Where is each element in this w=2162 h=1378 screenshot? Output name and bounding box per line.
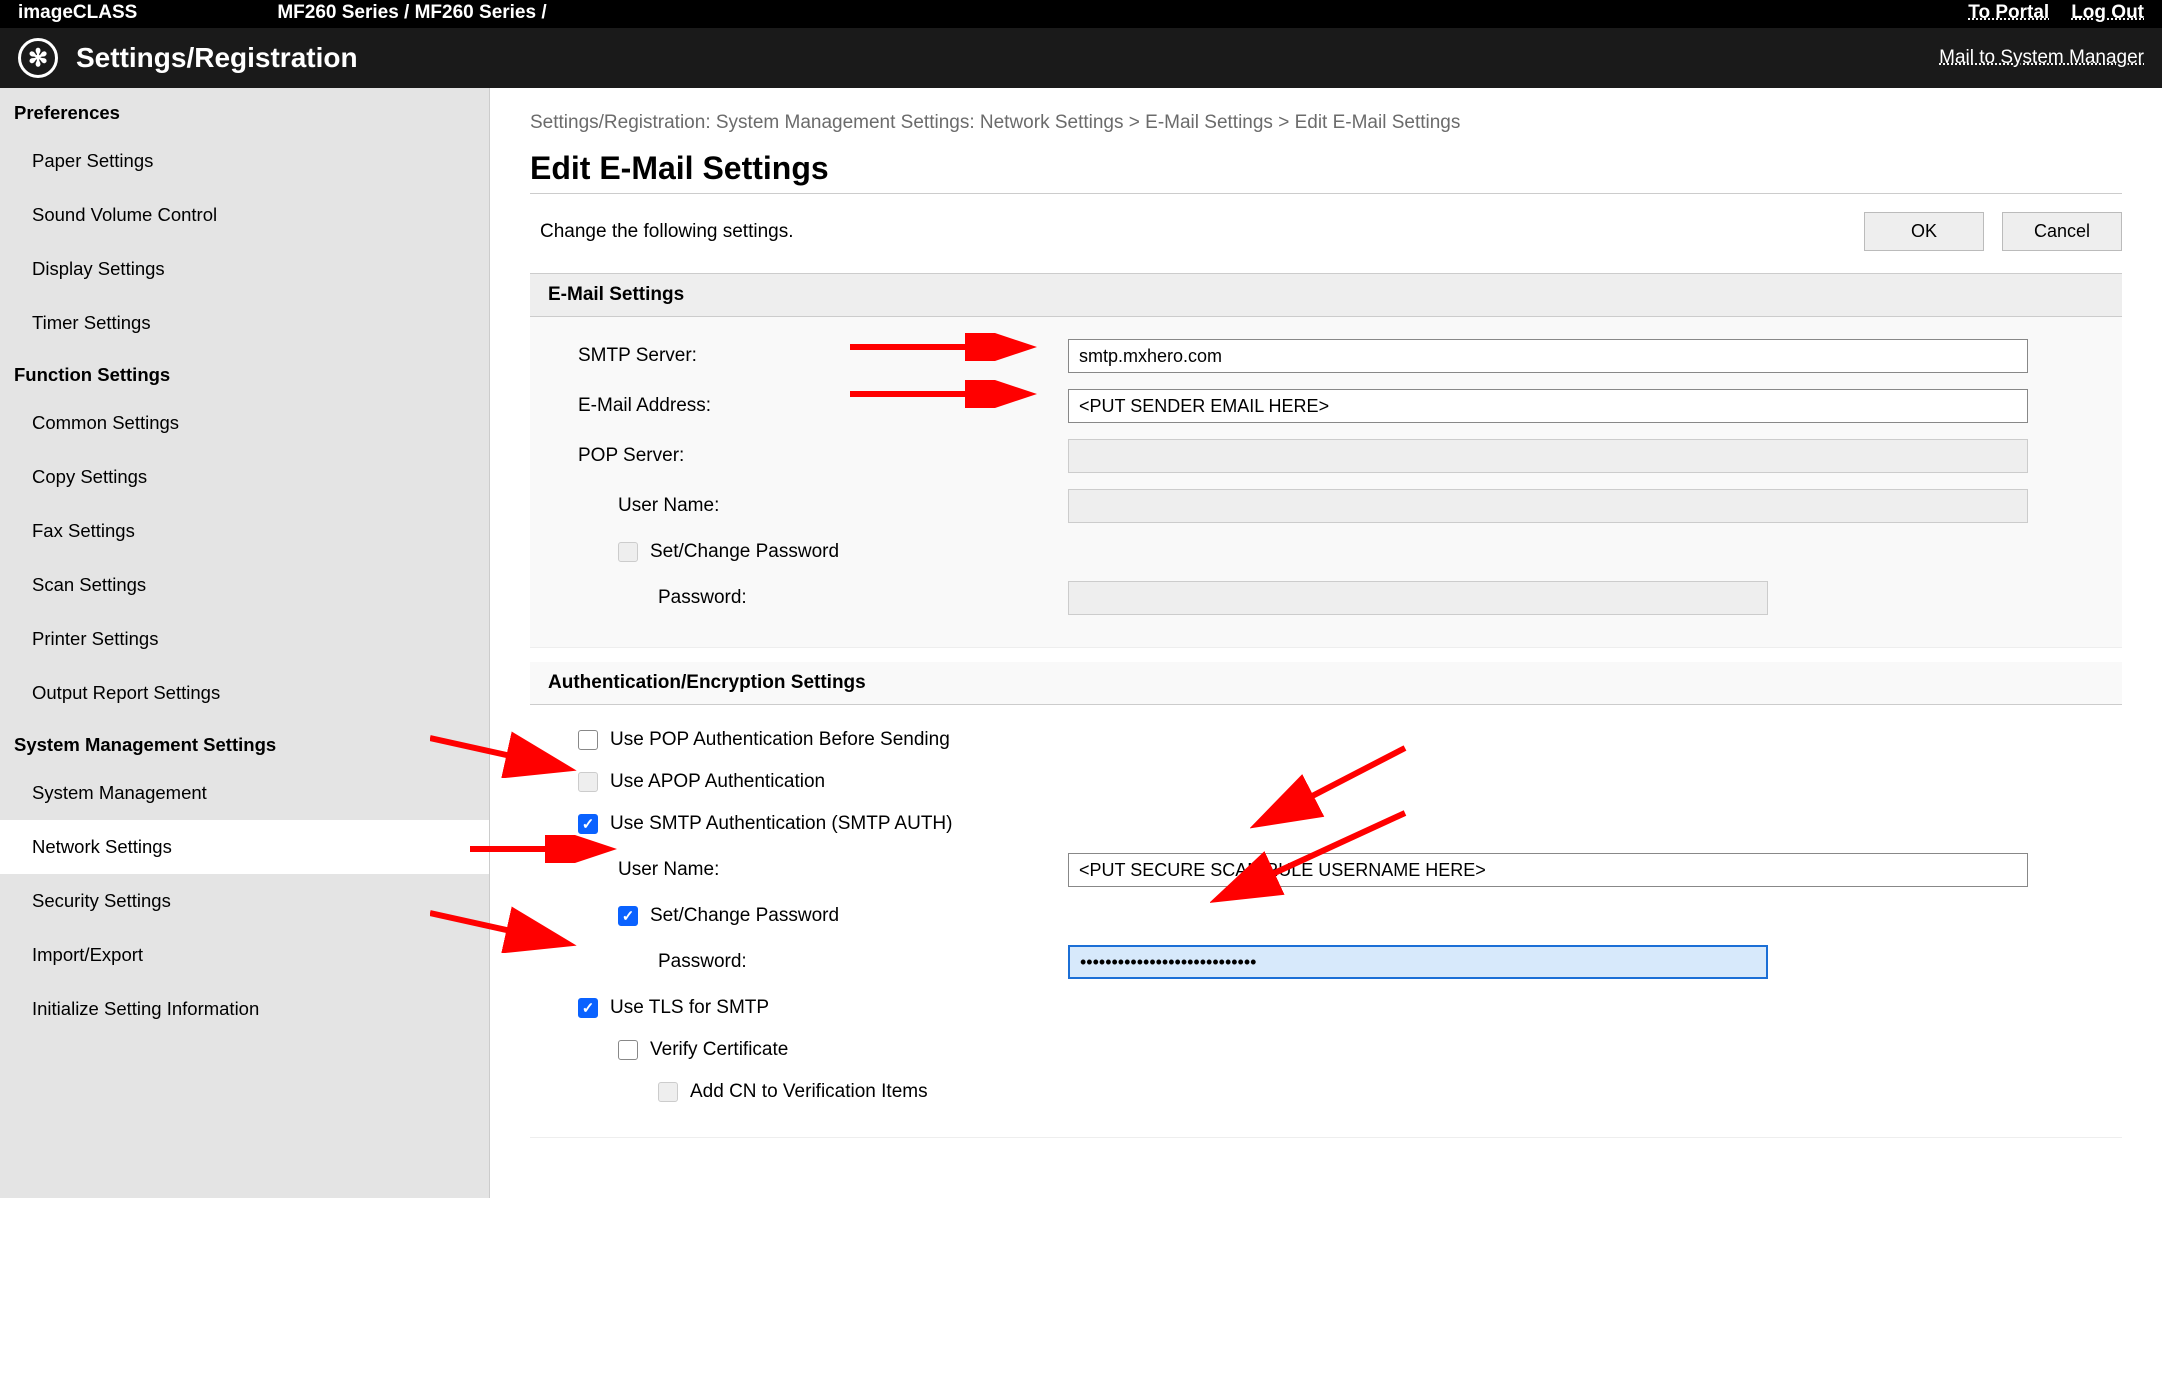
label-use-apop-auth: Use APOP Authentication — [610, 771, 825, 793]
sidebar-item-initialize-setting-information[interactable]: Initialize Setting Information — [0, 982, 489, 1036]
secondbar-title: Settings/Registration — [76, 42, 358, 74]
smtp-user-name-input[interactable] — [1068, 853, 2028, 887]
label-add-cn: Add CN to Verification Items — [690, 1081, 928, 1103]
checkbox-row-pop-set-change-password: Set/Change Password — [548, 531, 2104, 573]
page-title: Edit E-Mail Settings — [530, 150, 2122, 194]
checkbox-add-cn[interactable] — [658, 1082, 678, 1102]
label-pop-set-change-password: Set/Change Password — [650, 541, 839, 563]
label-use-tls-smtp: Use TLS for SMTP — [610, 997, 769, 1019]
model-label: MF260 Series / MF260 Series / — [277, 2, 546, 24]
sidebar-item-output-report-settings[interactable]: Output Report Settings — [0, 666, 489, 720]
ok-button[interactable]: OK — [1864, 212, 1984, 251]
secondary-bar: ✻ Settings/Registration Mail to System M… — [0, 28, 2162, 88]
checkbox-smtp-set-change-password[interactable] — [618, 906, 638, 926]
checkbox-row-add-cn: Add CN to Verification Items — [548, 1071, 2104, 1113]
sidebar-item-import-export[interactable]: Import/Export — [0, 928, 489, 982]
label-pop-password: Password: — [548, 587, 1068, 609]
label-smtp-user-name: User Name: — [548, 859, 1068, 881]
cancel-button[interactable]: Cancel — [2002, 212, 2122, 251]
section-header-email-settings: E-Mail Settings — [530, 273, 2122, 317]
gear-icon: ✻ — [18, 38, 58, 78]
sidebar-heading-preferences: Preferences — [0, 88, 489, 134]
to-portal-link[interactable]: To Portal — [1968, 2, 2049, 24]
sidebar-item-timer-settings[interactable]: Timer Settings — [0, 296, 489, 350]
sidebar-item-scan-settings[interactable]: Scan Settings — [0, 558, 489, 612]
sidebar-item-copy-settings[interactable]: Copy Settings — [0, 450, 489, 504]
label-verify-certificate: Verify Certificate — [650, 1039, 788, 1061]
section-body-email-settings: SMTP Server: E-Mail Address: POP Server:… — [530, 317, 2122, 648]
mail-system-manager-link[interactable]: Mail to System Manager — [1939, 47, 2144, 68]
logout-link[interactable]: Log Out — [2071, 2, 2144, 24]
checkbox-row-verify-certificate: Verify Certificate — [548, 1029, 2104, 1071]
sidebar-heading-function: Function Settings — [0, 350, 489, 396]
pop-server-input[interactable] — [1068, 439, 2028, 473]
section-header-auth-encryption: Authentication/Encryption Settings — [530, 662, 2122, 705]
label-smtp-password: Password: — [548, 951, 1068, 973]
pop-password-input[interactable] — [1068, 581, 1768, 615]
label-smtp-set-change-password: Set/Change Password — [650, 905, 839, 927]
sidebar-heading-system-management: System Management Settings — [0, 720, 489, 766]
smtp-password-input[interactable] — [1068, 945, 1768, 979]
smtp-server-input[interactable] — [1068, 339, 2028, 373]
sidebar-item-common-settings[interactable]: Common Settings — [0, 396, 489, 450]
sidebar-item-paper-settings[interactable]: Paper Settings — [0, 134, 489, 188]
label-use-smtp-auth: Use SMTP Authentication (SMTP AUTH) — [610, 813, 952, 835]
checkbox-pop-set-change-password[interactable] — [618, 542, 638, 562]
label-email-address: E-Mail Address: — [548, 395, 1068, 417]
checkbox-row-smtp-set-change-password: Set/Change Password — [548, 895, 2104, 937]
checkbox-use-pop-auth[interactable] — [578, 730, 598, 750]
sidebar-item-network-settings[interactable]: Network Settings — [0, 820, 489, 874]
sidebar-item-system-management[interactable]: System Management — [0, 766, 489, 820]
label-pop-user-name: User Name: — [548, 495, 1068, 517]
brand-label: imageCLASS — [18, 2, 137, 24]
checkbox-row-use-tls-smtp: Use TLS for SMTP — [548, 987, 2104, 1029]
sidebar-item-fax-settings[interactable]: Fax Settings — [0, 504, 489, 558]
checkbox-use-smtp-auth[interactable] — [578, 814, 598, 834]
checkbox-verify-certificate[interactable] — [618, 1040, 638, 1060]
checkbox-row-use-smtp-auth: Use SMTP Authentication (SMTP AUTH) — [548, 803, 2104, 845]
sidebar: Preferences Paper Settings Sound Volume … — [0, 88, 490, 1198]
label-smtp-server: SMTP Server: — [548, 345, 1068, 367]
section-body-auth-encryption: Use POP Authentication Before Sending Us… — [530, 705, 2122, 1138]
instruction-text: Change the following settings. — [540, 221, 794, 243]
main-content: Settings/Registration: System Management… — [490, 88, 2162, 1198]
checkbox-row-use-apop-auth: Use APOP Authentication — [548, 761, 2104, 803]
sidebar-item-printer-settings[interactable]: Printer Settings — [0, 612, 489, 666]
sidebar-item-display-settings[interactable]: Display Settings — [0, 242, 489, 296]
email-address-input[interactable] — [1068, 389, 2028, 423]
label-use-pop-auth: Use POP Authentication Before Sending — [610, 729, 950, 751]
top-bar: imageCLASS MF260 Series / MF260 Series /… — [0, 0, 2162, 28]
pop-user-name-input[interactable] — [1068, 489, 2028, 523]
checkbox-use-tls-smtp[interactable] — [578, 998, 598, 1018]
label-pop-server: POP Server: — [548, 445, 1068, 467]
breadcrumb: Settings/Registration: System Management… — [530, 112, 2122, 134]
sidebar-item-sound-volume[interactable]: Sound Volume Control — [0, 188, 489, 242]
checkbox-row-use-pop-auth: Use POP Authentication Before Sending — [548, 719, 2104, 761]
checkbox-use-apop-auth[interactable] — [578, 772, 598, 792]
sidebar-item-security-settings[interactable]: Security Settings — [0, 874, 489, 928]
